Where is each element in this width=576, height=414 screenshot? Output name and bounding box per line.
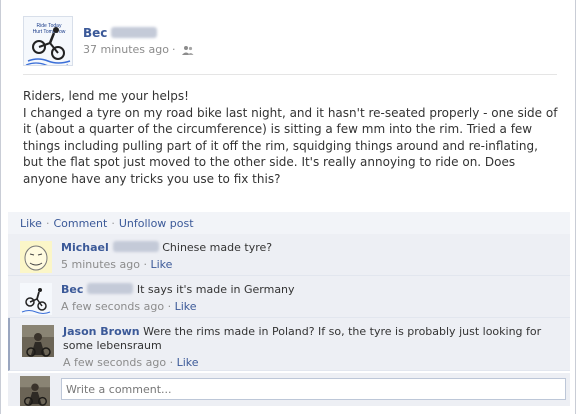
commenter-name[interactable]: Jason Brown xyxy=(63,325,140,338)
bike-avatar-icon xyxy=(20,283,52,315)
comment-item: Michael Chinese made tyre? 5 minutes ago… xyxy=(8,234,570,276)
commenter-name[interactable]: Bec xyxy=(61,283,83,296)
comment-text: Chinese made tyre? xyxy=(162,241,273,254)
comment-timestamp[interactable]: A few seconds ago xyxy=(63,356,166,369)
post-body: Riders, lend me your helps! I changed a … xyxy=(23,88,561,187)
comment-like-link[interactable]: Like xyxy=(150,258,172,271)
comment-body: Bec It says it's made in Germany A few s… xyxy=(61,283,541,314)
bike-avatar-icon: Ride Today Hurt Tomorrow xyxy=(24,17,72,65)
comment-item: Jason Brown Were the rims made in Poland… xyxy=(8,318,570,371)
story-card: Ride Today Hurt Tomorrow Bec 37 minutes … xyxy=(0,0,576,414)
comment-meta: 5 minutes ago · Like xyxy=(61,258,173,271)
unfollow-post-link[interactable]: Unfollow post xyxy=(119,217,194,230)
like-link[interactable]: Like xyxy=(20,217,42,230)
comment-meta: A few seconds ago · Like xyxy=(61,300,197,313)
comment-item: Bec It says it's made in Germany A few s… xyxy=(8,276,570,318)
photo-avatar-icon xyxy=(22,325,54,357)
author-avatar[interactable]: Ride Today Hurt Tomorrow xyxy=(23,16,73,66)
comment-body: Michael Chinese made tyre? 5 minutes ago… xyxy=(61,241,541,272)
avatar-text-2: Hurt Tomorrow xyxy=(33,29,66,35)
story-header: Ride Today Hurt Tomorrow Bec 37 minutes … xyxy=(23,16,563,68)
comment-link[interactable]: Comment xyxy=(53,217,107,230)
redacted-surname xyxy=(111,27,158,38)
write-comment-input[interactable]: Write a comment... xyxy=(61,378,566,400)
viewer-avatar xyxy=(20,376,50,406)
author-name[interactable]: Bec xyxy=(83,26,158,40)
commenter-avatar[interactable] xyxy=(20,241,52,273)
comment-body: Jason Brown Were the rims made in Poland… xyxy=(63,325,543,370)
post-timestamp[interactable]: 37 minutes ago xyxy=(83,43,169,56)
redacted-surname xyxy=(112,241,159,252)
comment-like-link[interactable]: Like xyxy=(175,300,197,313)
post-body-line-1: Riders, lend me your helps! xyxy=(23,89,189,103)
rage-face-avatar-icon xyxy=(20,241,52,273)
post-meta: 37 minutes ago · xyxy=(83,43,194,56)
comment-composer: Write a comment... xyxy=(8,373,570,406)
action-separator-1: · xyxy=(45,217,50,230)
commenter-avatar[interactable] xyxy=(22,325,54,357)
commenter-avatar[interactable] xyxy=(20,283,52,315)
comment-timestamp[interactable]: A few seconds ago xyxy=(61,300,164,313)
comment-timestamp[interactable]: 5 minutes ago xyxy=(61,258,140,271)
header-divider xyxy=(23,74,557,75)
commenter-name[interactable]: Michael xyxy=(61,241,109,254)
comment-list: Michael Chinese made tyre? 5 minutes ago… xyxy=(8,234,570,371)
post-body-line-2: I changed a tyre on my road bike last ni… xyxy=(23,105,558,186)
author-name-text[interactable]: Bec xyxy=(83,26,107,40)
comment-text: It says it's made in Germany xyxy=(136,283,295,296)
friends-icon[interactable] xyxy=(181,45,194,55)
comment-like-link[interactable]: Like xyxy=(177,356,199,369)
story-actions: Like · Comment · Unfollow post xyxy=(8,212,570,234)
photo-avatar-icon xyxy=(20,376,50,406)
action-separator-2: · xyxy=(111,217,115,230)
meta-separator: · xyxy=(171,43,176,56)
redacted-surname xyxy=(87,283,134,294)
comment-meta: A few seconds ago · Like xyxy=(63,356,199,369)
